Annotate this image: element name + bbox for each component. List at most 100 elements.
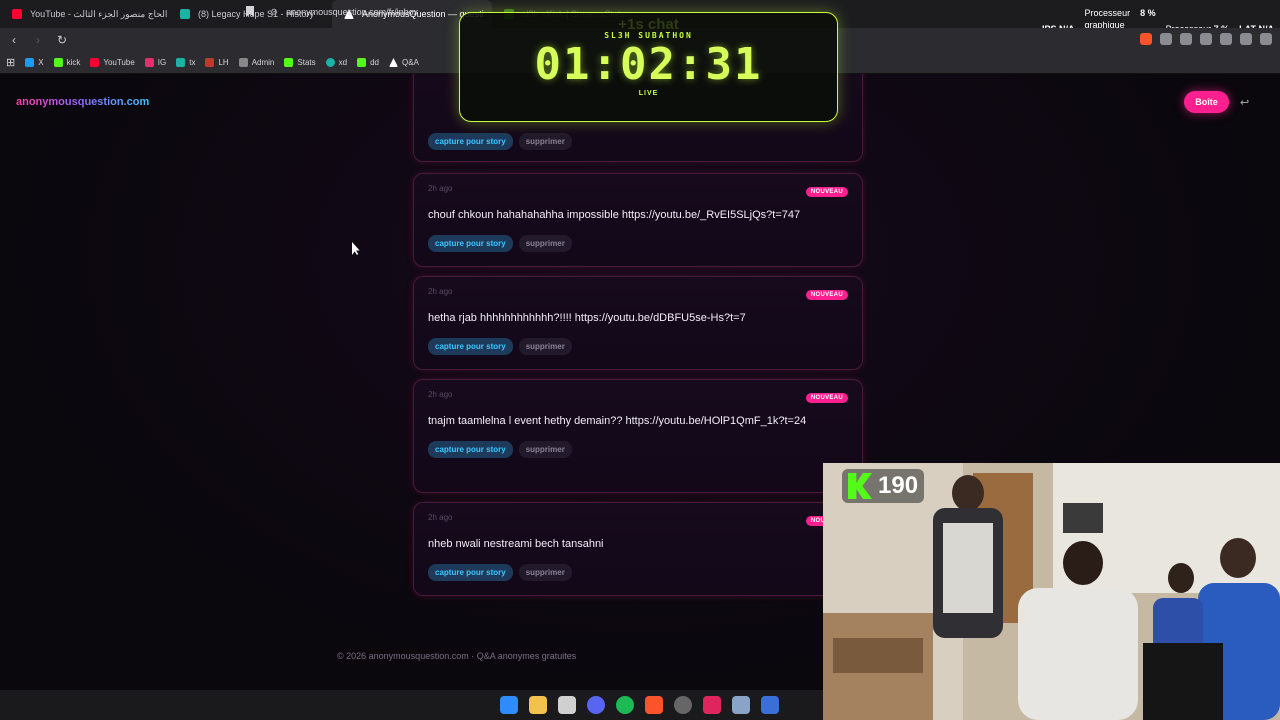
extension-icon[interactable] bbox=[1160, 33, 1172, 45]
bookmark-lh[interactable]: LH bbox=[205, 58, 229, 67]
card-timestamp: 2h ago bbox=[428, 513, 453, 522]
card-actions: capture pour story supprimer bbox=[428, 338, 848, 355]
new-badge: NOUVEAU bbox=[805, 187, 848, 197]
capture-story-button[interactable]: capture pour story bbox=[428, 235, 513, 252]
bookmark-ig[interactable]: IG bbox=[144, 58, 166, 67]
inbox-button[interactable]: Boîte bbox=[1184, 91, 1229, 113]
gpu-value: 8 % bbox=[1140, 8, 1156, 18]
card-timestamp: 2h ago bbox=[428, 287, 453, 296]
capture-story-button[interactable]: capture pour story bbox=[428, 564, 513, 581]
notepad-icon[interactable] bbox=[558, 696, 576, 714]
logout-icon[interactable]: ↩ bbox=[1240, 96, 1249, 109]
back-icon[interactable]: ‹ bbox=[4, 33, 24, 47]
windows-taskbar bbox=[0, 690, 823, 720]
bookmark-label: kick bbox=[66, 58, 81, 67]
windows-start-icon[interactable] bbox=[500, 696, 518, 714]
menu-icon[interactable] bbox=[1260, 33, 1272, 45]
delete-button[interactable]: supprimer bbox=[518, 235, 572, 252]
card-timestamp: 2h ago bbox=[428, 390, 453, 399]
live-status: LIVE bbox=[638, 90, 659, 97]
apps-grid-icon[interactable]: ⊞ bbox=[6, 56, 15, 69]
app-icon[interactable] bbox=[703, 696, 721, 714]
bookmark-tx[interactable]: tx bbox=[176, 58, 195, 67]
bookmark-stats[interactable]: Stats bbox=[284, 58, 316, 67]
reload-icon[interactable]: ↻ bbox=[52, 33, 72, 47]
mouse-cursor-icon bbox=[352, 242, 360, 255]
subathon-timer: 01:02:31 bbox=[534, 39, 763, 90]
kick-logo-icon bbox=[848, 473, 872, 499]
tab-favicon-icon bbox=[180, 9, 190, 19]
question-card: 2h ago NOUVEAU tnajm taamlelna l event h… bbox=[413, 379, 863, 493]
brave-icon[interactable] bbox=[645, 696, 663, 714]
bookmark-favicon-icon bbox=[357, 58, 367, 67]
stats-icon bbox=[284, 58, 294, 67]
bookmark-label: dd bbox=[370, 58, 379, 67]
bookmark-label: tx bbox=[189, 58, 196, 67]
bookmark-favicon-icon bbox=[205, 58, 215, 67]
brave-shield-icon[interactable] bbox=[1140, 33, 1152, 45]
gpu-label: Processeur bbox=[1084, 8, 1131, 18]
kick-viewer-count: 190 bbox=[842, 469, 925, 503]
card-timestamp: 2h ago bbox=[428, 184, 453, 193]
file-explorer-icon[interactable] bbox=[529, 696, 547, 714]
kick-icon bbox=[53, 58, 63, 67]
delete-button[interactable]: supprimer bbox=[518, 564, 572, 581]
forward-icon[interactable]: › bbox=[28, 33, 48, 47]
new-badge: NOUVEAU bbox=[805, 393, 848, 403]
card-actions: capture pour story supprimer bbox=[428, 564, 848, 581]
youtube-icon bbox=[90, 58, 100, 67]
card-actions: capture pour story supprimer bbox=[428, 441, 848, 458]
site-settings-icon[interactable]: ⚙ bbox=[270, 7, 278, 18]
extension-icon[interactable] bbox=[1180, 33, 1192, 45]
question-card: 2h ago NOUVEAU chouf chkoun hahahahahha … bbox=[413, 173, 863, 267]
youtube-icon bbox=[12, 9, 22, 19]
app-icon[interactable] bbox=[674, 696, 692, 714]
page-footer: © 2026 anonymousquestion.com · Q&A anony… bbox=[337, 651, 577, 661]
bookmark-label: Admin bbox=[251, 58, 275, 67]
bookmark-qa[interactable]: Q&A bbox=[388, 58, 419, 67]
bookmark-xd[interactable]: xd bbox=[325, 58, 348, 67]
bookmark-label: Q&A bbox=[401, 58, 419, 67]
subathon-notice: +1s chat bbox=[618, 16, 679, 33]
tab-youtube[interactable]: YouTube - الحاج منصور الجزء الثالث bbox=[0, 0, 168, 28]
tab-label: YouTube - الحاج منصور الجزء الثالث bbox=[30, 8, 168, 19]
capture-story-button[interactable]: capture pour story bbox=[428, 338, 513, 355]
delete-button[interactable]: supprimer bbox=[518, 338, 572, 355]
settings-icon[interactable] bbox=[732, 696, 750, 714]
viewer-count: 190 bbox=[878, 472, 919, 499]
extension-icon[interactable] bbox=[1240, 33, 1252, 45]
subathon-timer-overlay: +1s chat SL3H SUBATHON 01:02:31 LIVE bbox=[459, 12, 838, 122]
extension-toolbar bbox=[1140, 33, 1272, 45]
x-icon bbox=[25, 58, 35, 67]
capture-story-button[interactable]: capture pour story bbox=[428, 441, 513, 458]
extension-icon[interactable] bbox=[1200, 33, 1212, 45]
question-card: 2h ago NOUVEAU nheb nwali nestreami bech… bbox=[413, 502, 863, 596]
new-badge: NOUVEAU bbox=[805, 290, 848, 300]
taskbar-icons bbox=[500, 696, 779, 714]
bookmark-x[interactable]: X bbox=[25, 58, 44, 67]
card-actions: capture pour story supprimer bbox=[428, 235, 848, 252]
bookmark-kick[interactable]: kick bbox=[53, 58, 81, 67]
question-card: 2h ago NOUVEAU hetha rjab hhhhhhhhhhhh?!… bbox=[413, 276, 863, 370]
bookmark-label: xd bbox=[338, 58, 348, 67]
bookmark-favicon-icon bbox=[325, 58, 335, 67]
card-message: chouf chkoun hahahahahha impossible http… bbox=[428, 209, 801, 221]
bookmark-admin[interactable]: Admin bbox=[238, 58, 275, 67]
bookmark-youtube[interactable]: YouTube bbox=[90, 58, 135, 67]
discord-icon[interactable] bbox=[587, 696, 605, 714]
site-logo[interactable]: anonymousquestion.com bbox=[16, 96, 149, 108]
card-message: hetha rjab hhhhhhhhhhhh?!!!! https://you… bbox=[428, 312, 746, 324]
bookmark-dd[interactable]: dd bbox=[357, 58, 379, 67]
bookmark-favicon-icon bbox=[176, 58, 186, 67]
instagram-icon bbox=[144, 58, 154, 67]
delete-button[interactable]: supprimer bbox=[518, 441, 572, 458]
delete-button[interactable]: supprimer bbox=[518, 133, 572, 150]
bookmark-label: LH bbox=[218, 58, 229, 67]
bookmark-label: X bbox=[38, 58, 44, 67]
app-icon[interactable] bbox=[761, 696, 779, 714]
spotify-icon[interactable] bbox=[616, 696, 634, 714]
capture-story-button[interactable]: capture pour story bbox=[428, 133, 513, 150]
extension-icon[interactable] bbox=[1220, 33, 1232, 45]
card-actions: capture pour story supprimer bbox=[428, 133, 572, 150]
address-bar[interactable]: ⚙ anonymousquestion.com/fr/inbox bbox=[270, 4, 418, 20]
